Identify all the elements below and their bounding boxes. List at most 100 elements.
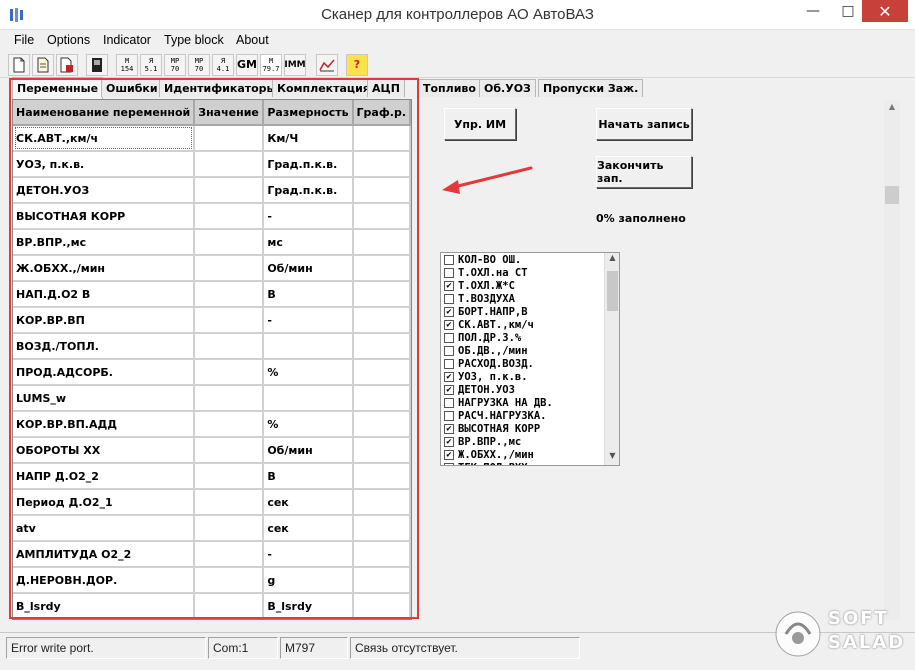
column-header-name[interactable]: Наименование переменной [13,100,196,126]
table-row[interactable]: ОБОРОТЫ ХХ Об/мин [13,437,411,464]
imm-button[interactable]: IMM [284,54,306,76]
variable-graph-cell[interactable] [352,385,411,412]
variable-name-cell[interactable]: ВОЗД./ТОПЛ. [13,333,196,360]
variable-unit-cell[interactable]: сек [263,489,354,516]
table-row[interactable]: АМПЛИТУДА О2_2 - [13,541,411,568]
checklist-item[interactable]: ✔ Ж.ОБХХ.,/мин [444,448,619,461]
variable-value-cell[interactable] [194,255,265,282]
start-record-button[interactable]: Начать запись [596,108,692,140]
variable-value-cell[interactable] [194,307,265,334]
variable-unit-cell[interactable]: Град.п.к.в. [263,177,354,204]
open-file-button[interactable] [32,54,54,76]
stop-record-button[interactable]: Закончить зап. [596,156,692,188]
main-scroll-thumb[interactable] [885,186,899,204]
variable-value-cell[interactable] [194,177,265,204]
checkbox-unchecked-icon[interactable] [444,410,454,421]
variable-graph-cell[interactable] [352,541,411,568]
variable-name-cell[interactable]: КОР.ВР.ВП.АДД [13,411,196,438]
checklist-item[interactable]: ✔ УОЗ, п.к.в. [444,370,619,383]
variable-unit-cell[interactable]: Об/мин [263,437,354,464]
ya51-button[interactable]: Я 5.1 [140,54,162,76]
variable-graph-cell[interactable] [352,229,411,256]
table-row[interactable]: ДЕТОН.УОЗ Град.п.к.в. [13,177,411,204]
checkbox-unchecked-icon[interactable] [444,254,454,265]
menu-options[interactable]: Options [47,33,90,47]
variable-value-cell[interactable] [194,385,265,412]
variable-unit-cell[interactable]: мс [263,229,354,256]
table-row[interactable]: LUMS_w [13,385,411,412]
variable-name-cell[interactable]: LUMS_w [13,385,196,412]
variable-value-cell[interactable] [194,229,265,256]
m154-button[interactable]: M 154 [116,54,138,76]
column-header-value[interactable]: Значение [194,100,265,126]
checklist-item[interactable]: ✔ ВЫСОТНАЯ КОРР [444,422,619,435]
checklist-item[interactable]: ✔ ДЕТОН.УОЗ [444,383,619,396]
actuator-control-button[interactable]: Упр. ИМ [444,108,516,140]
close-button[interactable]: ✕ [862,0,908,22]
table-row[interactable]: atv сек [13,515,411,542]
tab-ignition-timing[interactable]: Об.УОЗ [479,79,536,97]
variable-unit-cell[interactable]: - [263,541,354,568]
mp70-button-b[interactable]: MP 70 [188,54,210,76]
checkbox-checked-icon[interactable]: ✔ [444,436,454,447]
variable-graph-cell[interactable] [352,125,411,152]
variable-value-cell[interactable] [194,515,265,542]
table-row[interactable]: ВОЗД./ТОПЛ. [13,333,411,360]
checkbox-unchecked-icon[interactable] [444,345,454,356]
variable-value-cell[interactable] [194,489,265,516]
table-row[interactable]: Ж.ОБХХ.,/мин Об/мин [13,255,411,282]
checklist-item[interactable]: ✔ ВР.ВПР.,мс [444,435,619,448]
variables-grid[interactable]: Наименование переменной Значение Размерн… [12,99,412,620]
variable-name-cell[interactable]: НАП.Д.О2 В [13,281,196,308]
table-row[interactable]: ВЫСОТНАЯ КОРР - [13,203,411,230]
variable-graph-cell[interactable] [352,203,411,230]
table-row[interactable]: КОР.ВР.ВП - [13,307,411,334]
checkbox-checked-icon[interactable]: ✔ [444,423,454,434]
variable-value-cell[interactable] [194,567,265,594]
checklist-item[interactable]: Т.ВОЗДУХА [444,292,619,305]
graph-variables-checklist[interactable]: КОЛ-ВО ОШ. Т.ОХЛ.на СТ ✔ Т.ОХЛ.Ж*С Т.ВОЗДУХА… [440,252,620,466]
variable-unit-cell[interactable] [263,385,354,412]
maximize-button[interactable]: □ [834,0,862,22]
tab-variables[interactable]: Переменные [12,77,104,99]
variable-unit-cell[interactable]: % [263,411,354,438]
variable-graph-cell[interactable] [352,359,411,386]
checklist-scroll-thumb[interactable] [607,271,618,311]
scroll-down-icon[interactable]: ▼ [605,451,619,465]
table-row[interactable]: НАПР Д.О2_2 В [13,463,411,490]
checkbox-unchecked-icon[interactable] [444,267,454,278]
menu-type-block[interactable]: Type block [164,33,224,47]
checkbox-unchecked-icon[interactable] [444,293,454,304]
checkbox-checked-icon[interactable]: ✔ [444,306,454,317]
variable-name-cell[interactable]: АМПЛИТУДА О2_2 [13,541,196,568]
variable-unit-cell[interactable]: B_lsrdy [263,593,354,619]
m797-button[interactable]: M 79.7 [260,54,282,76]
variable-value-cell[interactable] [194,281,265,308]
menu-about[interactable]: About [236,33,269,47]
checklist-scrollbar[interactable]: ▲ ▼ [604,253,619,465]
variable-name-cell[interactable]: СК.АВТ.,км/ч [13,125,196,152]
gm-button[interactable]: GM [236,54,258,76]
variable-name-cell[interactable]: ДЕТОН.УОЗ [13,177,196,204]
checkbox-checked-icon[interactable]: ✔ [444,319,454,330]
checklist-item[interactable]: ПОЛ.ДР.З.% [444,331,619,344]
main-vertical-scrollbar[interactable]: ▲ [884,100,900,620]
variable-name-cell[interactable]: atv [13,515,196,542]
checkbox-checked-icon[interactable]: ✔ [444,371,454,382]
checklist-item[interactable]: ✔ СК.АВТ.,км/ч [444,318,619,331]
variable-unit-cell[interactable]: - [263,203,354,230]
checklist-item[interactable]: ✔ БОРТ.НАПР,В [444,305,619,318]
checkbox-unchecked-icon[interactable] [444,358,454,369]
variable-unit-cell[interactable]: g [263,567,354,594]
variable-unit-cell[interactable]: % [263,359,354,386]
variable-value-cell[interactable] [194,463,265,490]
tab-identifiers[interactable]: Идентификаторы [159,79,282,97]
tab-errors[interactable]: Ошибки [101,79,163,97]
variable-unit-cell[interactable]: Об/мин [263,255,354,282]
checklist-item[interactable]: ✔ Т.ОХЛ.Ж*С [444,279,619,292]
variable-unit-cell[interactable]: сек [263,515,354,542]
checklist-item[interactable]: РАСХОД.ВОЗД. [444,357,619,370]
tab-fuel[interactable]: Топливо [418,79,481,97]
tab-configuration[interactable]: Комплектация [272,79,375,97]
menu-file[interactable]: File [14,33,34,47]
